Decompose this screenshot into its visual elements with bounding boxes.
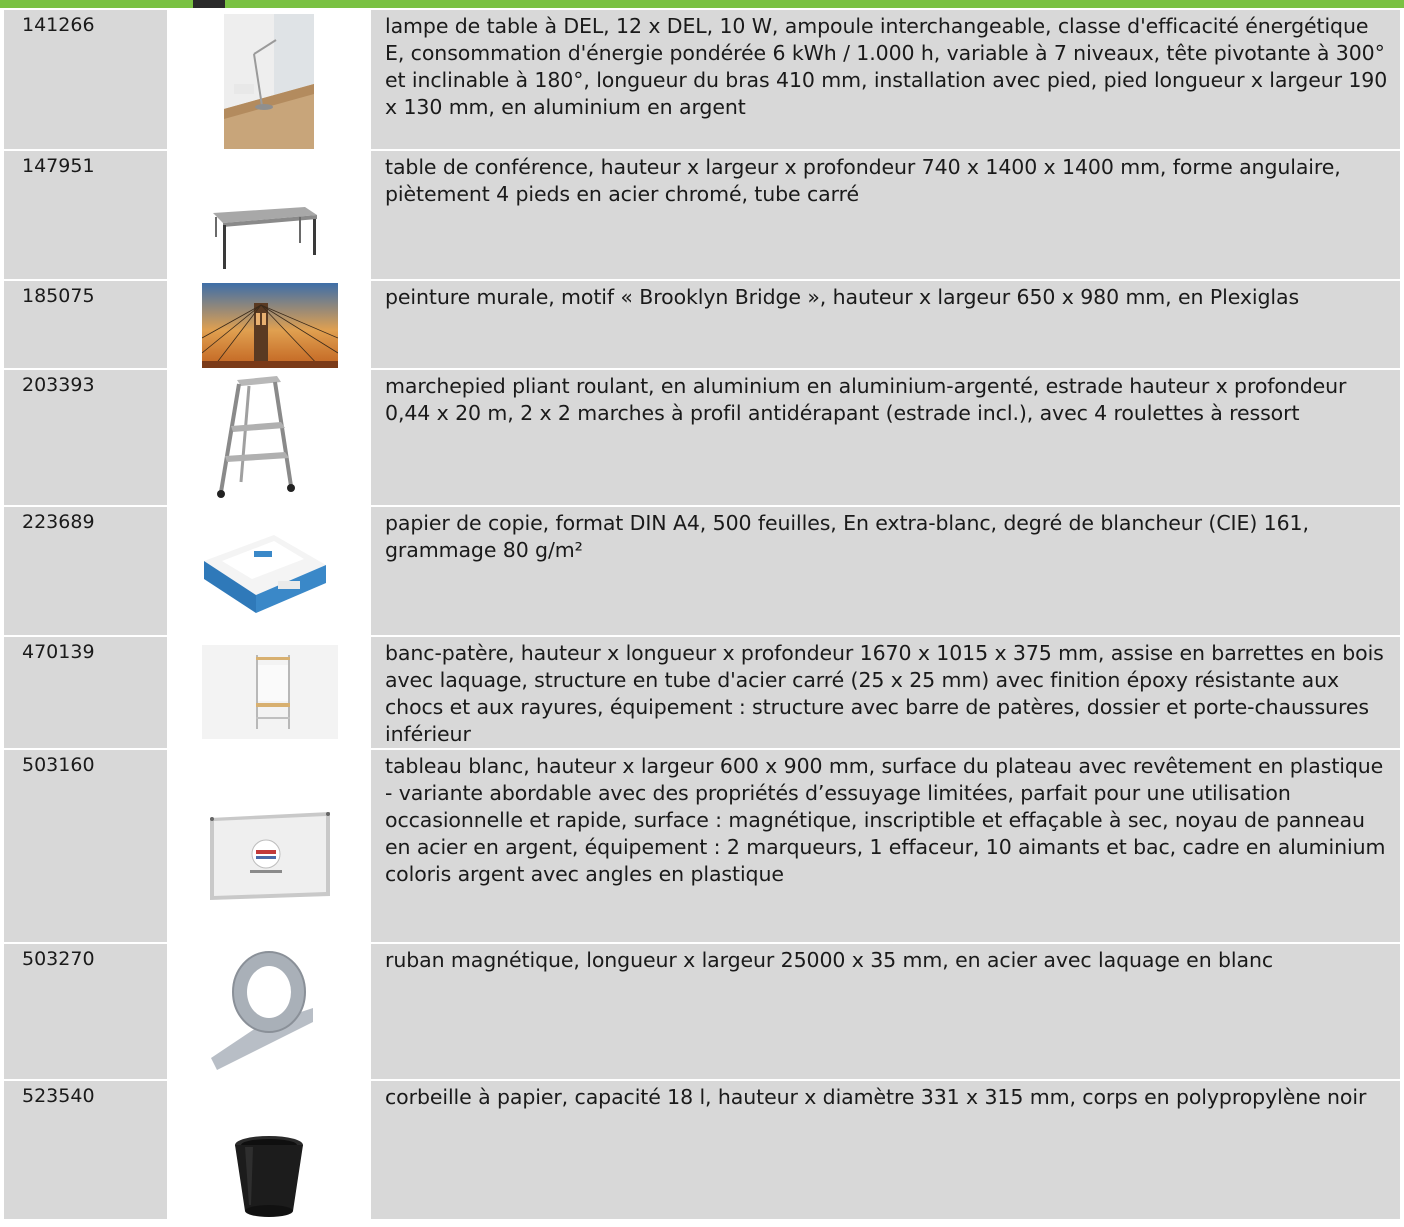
conference-table-photo [209, 189, 319, 271]
product-description: corbeille à papier, capacité 18 l, haute… [369, 1079, 1402, 1221]
product-description: banc-patère, hauteur x longueur x profon… [369, 635, 1402, 750]
product-description: ruban magnétique, longueur x largeur 250… [369, 942, 1402, 1081]
article-number: 203393 [2, 368, 169, 507]
table-row: 503270 ruban magnétique, longueur x larg… [2, 942, 1402, 1081]
product-image [167, 368, 371, 507]
table-row: 503160 tableau blanc, hauteur x largeur … [2, 748, 1402, 944]
article-number: 147951 [2, 149, 169, 281]
article-number: 223689 [2, 505, 169, 637]
table-row: 523540 corbeille à papier, capacité 18 l… [2, 1079, 1402, 1221]
table-row: 147951 table de conférence, hauteur x la… [2, 149, 1402, 281]
brooklyn-bridge-painting-photo [202, 283, 338, 367]
article-number: 503160 [2, 748, 169, 944]
header-strip-fragment [193, 0, 225, 8]
article-number: 470139 [2, 635, 169, 750]
product-image [167, 635, 371, 750]
magnetic-tape-roll-photo [209, 948, 319, 1076]
waste-bin-photo [231, 1135, 307, 1218]
article-number: 503270 [2, 942, 169, 1081]
table-row: 203393 marchepied pliant roulant, en alu… [2, 368, 1402, 507]
product-image [167, 1079, 371, 1221]
article-number: 185075 [2, 279, 169, 370]
whiteboard-photo [206, 810, 334, 902]
table-lamp-photo [224, 14, 314, 148]
copy-paper-box-photo [194, 521, 334, 621]
product-image [167, 748, 371, 944]
product-image [167, 505, 371, 637]
product-description: papier de copie, format DIN A4, 500 feui… [369, 505, 1402, 637]
article-number: 523540 [2, 1079, 169, 1221]
product-description: table de conférence, hauteur x largeur x… [369, 149, 1402, 281]
product-image [167, 8, 371, 151]
product-description: peinture murale, motif « Brooklyn Bridge… [369, 279, 1402, 370]
coat-bench-photo [202, 645, 338, 739]
product-description: tableau blanc, hauteur x largeur 600 x 9… [369, 748, 1402, 944]
product-image [167, 149, 371, 281]
table-row: 470139 banc-patère, hauteur x longueur x… [2, 635, 1402, 750]
product-table: 141266 lampe de table à DEL, 12 x DEL, 1… [2, 8, 1402, 1221]
product-image [167, 279, 371, 370]
table-row: 223689 papier de copie, format DIN A4, 5… [2, 505, 1402, 637]
product-description: lampe de table à DEL, 12 x DEL, 10 W, am… [369, 8, 1402, 151]
table-row: 141266 lampe de table à DEL, 12 x DEL, 1… [2, 8, 1402, 151]
table-row: 185075 peinture murale, motif « Brooklyn… [2, 279, 1402, 370]
step-stool-photo [209, 374, 309, 502]
table-header-strip [0, 0, 1404, 8]
product-image [167, 942, 371, 1081]
article-number: 141266 [2, 8, 169, 151]
product-description: marchepied pliant roulant, en aluminium … [369, 368, 1402, 507]
